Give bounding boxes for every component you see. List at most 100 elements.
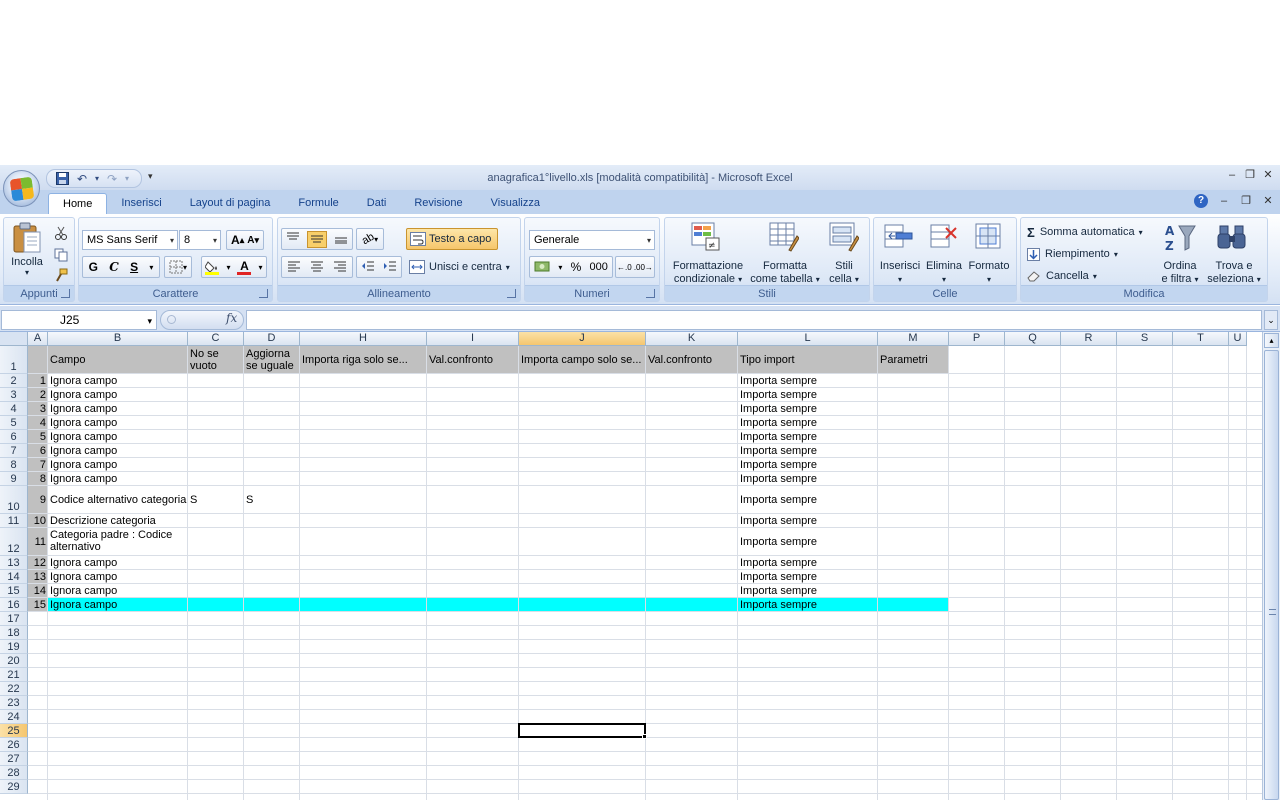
campo-cell[interactable]: Categoria padre : Codice alternativo — [50, 529, 187, 553]
allineamento-launcher-icon[interactable] — [507, 289, 516, 298]
tipo-import-cell[interactable]: Importa sempre — [740, 494, 877, 506]
row-header-17[interactable]: 17 — [0, 612, 28, 626]
font-color-dropdown-icon[interactable]: ▾ — [258, 263, 262, 272]
column-header-r[interactable]: R — [1061, 332, 1117, 346]
row-index[interactable]: 3 — [28, 403, 46, 415]
row-index[interactable]: 6 — [28, 445, 46, 457]
header-tipo-import[interactable]: Tipo import — [740, 354, 876, 366]
row-header-1[interactable]: 1 — [0, 346, 28, 374]
tipo-import-cell[interactable]: Importa sempre — [740, 599, 877, 611]
align-top-icon[interactable] — [286, 232, 300, 247]
row-index[interactable]: 2 — [28, 389, 46, 401]
row-header-12[interactable]: 12 — [0, 528, 28, 556]
campo-cell[interactable]: Ignora campo — [50, 585, 187, 597]
row-header-8[interactable]: 8 — [0, 458, 28, 472]
number-format-combo[interactable]: Generale ▾ — [529, 230, 655, 250]
doc-restore-icon[interactable]: ❐ — [1240, 194, 1252, 208]
row-header-4[interactable]: 4 — [0, 402, 28, 416]
row-header-13[interactable]: 13 — [0, 556, 28, 570]
doc-minimize-icon[interactable]: – — [1218, 194, 1230, 208]
fill-color-icon[interactable] — [205, 260, 220, 275]
tab-formule[interactable]: Formule — [284, 193, 352, 214]
align-bottom-icon[interactable] — [334, 232, 348, 247]
campo-cell[interactable]: Ignora campo — [50, 459, 187, 471]
decrease-indent-icon[interactable] — [361, 260, 375, 275]
campo-cell[interactable]: Descrizione categoria — [50, 515, 187, 527]
row-index[interactable]: 1 — [28, 375, 46, 387]
percent-button[interactable]: % — [571, 260, 582, 274]
row-header-9[interactable]: 9 — [0, 472, 28, 486]
copy-icon[interactable] — [52, 244, 70, 266]
tab-revisione[interactable]: Revisione — [400, 193, 476, 214]
column-header-j[interactable]: J — [519, 332, 646, 346]
row-header-28[interactable]: 28 — [0, 766, 28, 780]
row-index[interactable]: 15 — [28, 599, 46, 611]
italic-button[interactable]: C — [109, 260, 119, 274]
merge-center-button[interactable]: Unisci e centra ▾ — [406, 256, 516, 278]
header-val-confronto-1[interactable]: Val.confronto — [429, 354, 517, 366]
wrap-text-button[interactable]: Testo a capo — [406, 228, 498, 250]
header-importa-campo[interactable]: Importa campo solo se... — [521, 354, 644, 366]
campo-cell[interactable]: Ignora campo — [50, 571, 187, 583]
row-header-22[interactable]: 22 — [0, 682, 28, 696]
tab-visualizza[interactable]: Visualizza — [477, 193, 554, 214]
campo-cell[interactable]: Ignora campo — [50, 431, 187, 443]
name-box[interactable]: J25 ▾ — [1, 310, 157, 330]
header-campo[interactable]: Campo — [50, 354, 186, 366]
column-header-h[interactable]: H — [300, 332, 427, 346]
tipo-import-cell[interactable]: Importa sempre — [740, 473, 877, 485]
header-parametri[interactable]: Parametri — [880, 354, 947, 366]
row-header-23[interactable]: 23 — [0, 696, 28, 710]
formula-input[interactable] — [246, 310, 1262, 330]
column-header-d[interactable]: D — [244, 332, 300, 346]
row-header-14[interactable]: 14 — [0, 570, 28, 584]
row-header-7[interactable]: 7 — [0, 444, 28, 458]
row-header-21[interactable]: 21 — [0, 668, 28, 682]
vertical-scrollbar[interactable]: ▴ — [1262, 332, 1280, 800]
fill-handle[interactable] — [642, 734, 647, 739]
scroll-thumb[interactable] — [1264, 350, 1279, 800]
tipo-import-cell[interactable]: Importa sempre — [740, 557, 877, 569]
worksheet-grid[interactable]: A B C D H I J K L M P Q R S T U 1 2 3 4 5 6 7 8 9 10 11 12 13 14 15 16 1… — [0, 332, 1262, 800]
insert-function-icon[interactable]: fx — [226, 311, 237, 325]
autosum-button[interactable]: Σ Somma automatica ▾ — [1027, 224, 1143, 240]
column-header-a[interactable]: A — [28, 332, 48, 346]
font-size-combo[interactable]: 8 ▾ — [179, 230, 221, 250]
row-header-25[interactable]: 25 — [0, 724, 28, 738]
row-header-24[interactable]: 24 — [0, 710, 28, 724]
row-index[interactable]: 5 — [28, 431, 46, 443]
tab-inserisci[interactable]: Inserisci — [107, 193, 175, 214]
row-header-15[interactable]: 15 — [0, 584, 28, 598]
row-header-16[interactable]: 16 — [0, 598, 28, 612]
minimize-icon[interactable]: – — [1226, 168, 1238, 182]
carattere-launcher-icon[interactable] — [259, 289, 268, 298]
align-center-icon[interactable] — [310, 260, 324, 275]
column-header-q[interactable]: Q — [1005, 332, 1061, 346]
underline-button[interactable]: S — [130, 260, 138, 274]
campo-cell[interactable]: Codice alternativo categoria — [50, 494, 187, 506]
restore-icon[interactable]: ❐ — [1244, 168, 1256, 182]
fill-button[interactable]: Riempimento ▾ — [1027, 246, 1118, 262]
align-right-icon[interactable] — [333, 260, 347, 275]
decrease-decimal-icon[interactable]: .00→ — [634, 263, 653, 272]
tab-dati[interactable]: Dati — [353, 193, 401, 214]
row-index[interactable]: 10 — [28, 515, 46, 527]
tipo-import-cell[interactable]: Importa sempre — [740, 375, 877, 387]
column-header-u[interactable]: U — [1229, 332, 1247, 346]
row-header-10[interactable]: 10 — [0, 486, 28, 514]
campo-cell[interactable]: Ignora campo — [50, 557, 187, 569]
row-header-29[interactable]: 29 — [0, 780, 28, 794]
tab-layout-di-pagina[interactable]: Layout di pagina — [176, 193, 285, 214]
align-left-icon[interactable] — [287, 260, 301, 275]
row-index[interactable]: 12 — [28, 557, 46, 569]
cut-icon[interactable] — [52, 222, 70, 244]
campo-cell[interactable]: Ignora campo — [50, 473, 187, 485]
column-header-b[interactable]: B — [48, 332, 188, 346]
tipo-import-cell[interactable]: Importa sempre — [740, 431, 877, 443]
bold-button[interactable]: G — [89, 260, 98, 274]
increase-indent-icon[interactable] — [383, 260, 397, 275]
column-header-i[interactable]: I — [427, 332, 519, 346]
increase-decimal-icon[interactable]: ←.0 — [617, 263, 632, 272]
tipo-import-cell[interactable]: Importa sempre — [740, 459, 877, 471]
tipo-import-cell[interactable]: Importa sempre — [740, 403, 877, 415]
